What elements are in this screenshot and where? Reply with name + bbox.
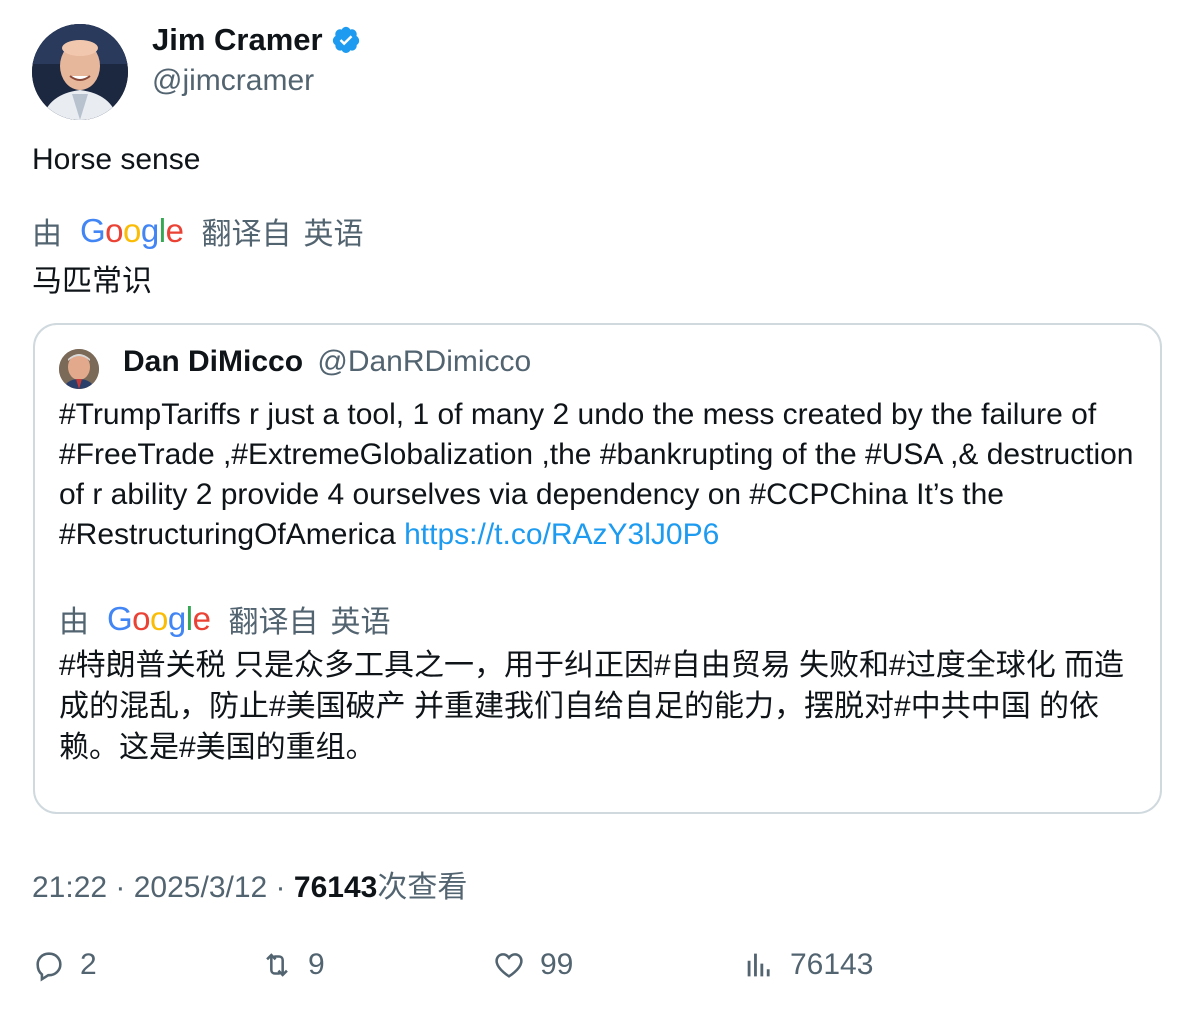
author-avatar[interactable] xyxy=(32,24,128,120)
translation-attribution: 由 Google 翻译自 英语 xyxy=(32,209,363,253)
tweet-meta: 21:22 · 2025/3/12 · 76143次查看 xyxy=(32,862,467,906)
tweet-translated-text: 马匹常识 xyxy=(32,265,152,298)
quoted-translation-attribution: 由 Google 翻译自 英语 xyxy=(59,597,390,641)
quoted-author-avatar[interactable] xyxy=(59,349,99,389)
views-action-count: 76143 xyxy=(790,948,874,981)
translated-from-label: 翻译自 xyxy=(201,218,292,251)
quoted-translated-text: #特朗普关税 只是众多工具之一，用于纠正因#自由贸易 失败和#过度全球化 而造成… xyxy=(59,649,1125,764)
views-label: 次查看 xyxy=(377,871,468,904)
author-display-name[interactable]: Jim Cramer xyxy=(152,22,323,58)
like-button[interactable]: 99 xyxy=(492,948,573,982)
google-logo: Google xyxy=(80,212,184,249)
reply-count: 2 xyxy=(80,948,97,981)
quoted-author-header: Dan DiMicco @DanRDimicco xyxy=(123,345,531,379)
repost-icon xyxy=(266,953,288,977)
quoted-handle[interactable]: @DanRDimicco xyxy=(317,345,531,378)
tweet-date[interactable]: 2025/3/12 xyxy=(134,871,267,904)
heart-icon xyxy=(495,953,523,978)
quoted-author-photo xyxy=(59,349,99,389)
quoted-source-language: 英语 xyxy=(330,606,391,639)
author-handle[interactable]: @jimcramer xyxy=(152,64,314,98)
author-name-row: Jim Cramer xyxy=(152,22,361,58)
reply-icon xyxy=(36,952,62,982)
tweet-text: Horse sense xyxy=(32,143,201,176)
like-count: 99 xyxy=(540,948,574,981)
source-language: 英语 xyxy=(303,218,364,251)
meta-separator: · xyxy=(267,871,294,904)
repost-count: 9 xyxy=(308,948,325,981)
meta-separator: · xyxy=(107,871,134,904)
views-button[interactable]: 76143 xyxy=(742,948,873,982)
verified-badge-icon[interactable] xyxy=(331,25,361,55)
quoted-tweet-text: #TrumpTariffs r just a tool, 1 of many 2… xyxy=(59,395,1144,555)
quoted-link[interactable]: https://t.co/RAzY3lJ0P6 xyxy=(404,518,719,551)
reply-button[interactable]: 2 xyxy=(32,948,97,982)
tweet-time[interactable]: 21:22 xyxy=(32,871,107,904)
author-photo xyxy=(32,24,128,120)
translation-by-label: 由 xyxy=(32,218,62,251)
view-count: 76143 xyxy=(293,871,378,904)
quoted-translated-from-label: 翻译自 xyxy=(228,606,319,639)
quoted-display-name[interactable]: Dan DiMicco xyxy=(123,345,303,378)
quoted-google-logo: Google xyxy=(107,600,211,637)
quoted-translation-by-label: 由 xyxy=(59,606,89,639)
quoted-tweet-card[interactable]: Dan DiMicco @DanRDimicco #TrumpTariffs r… xyxy=(33,323,1162,814)
analytics-icon xyxy=(747,953,770,977)
action-bar: 2 9 99 76143 xyxy=(32,948,1164,992)
repost-button[interactable]: 9 xyxy=(260,948,325,982)
